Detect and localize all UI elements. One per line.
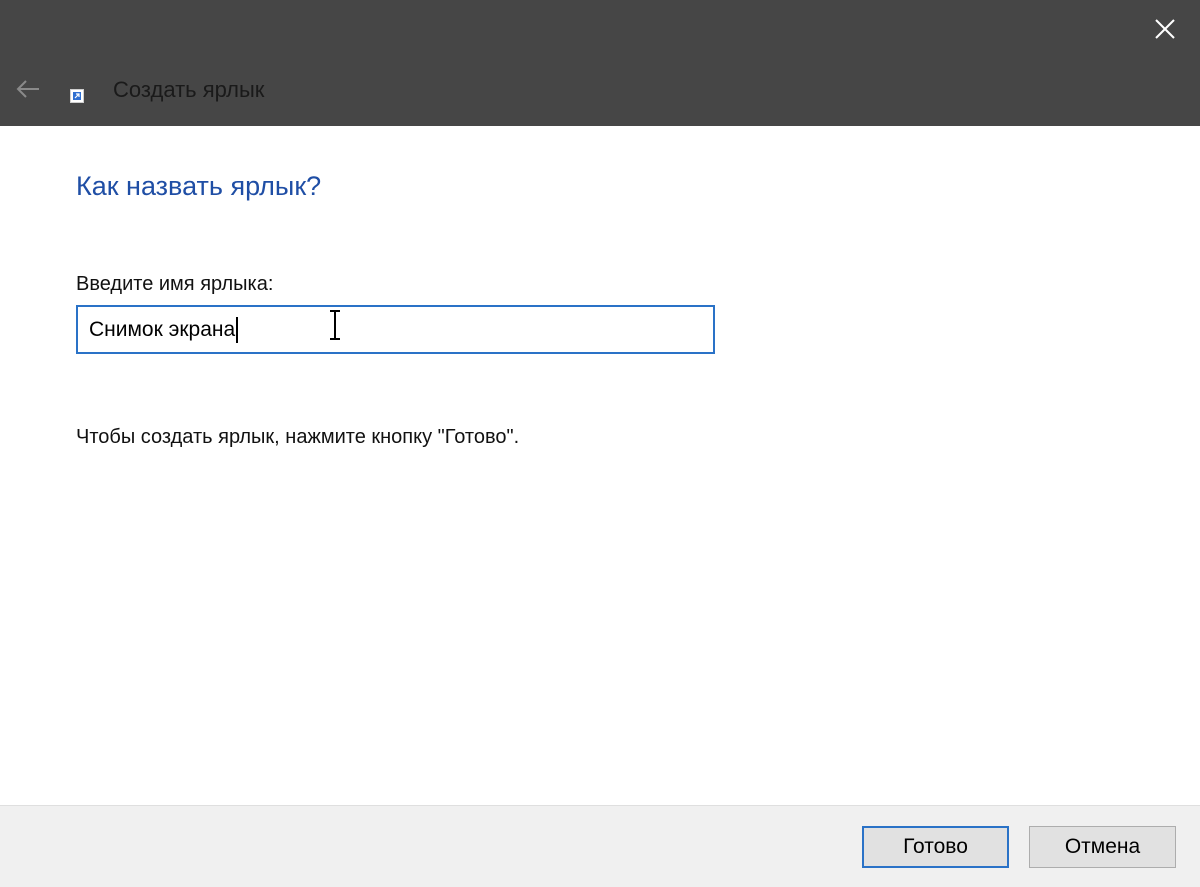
title-bar: Создать ярлык xyxy=(0,0,1200,126)
back-button[interactable] xyxy=(8,70,48,108)
shortcut-icon xyxy=(70,89,84,103)
close-icon xyxy=(1155,19,1175,39)
create-shortcut-window: Создать ярлык Как назвать ярлык? Введите… xyxy=(0,0,1200,887)
shortcut-name-value: Снимок экрана xyxy=(89,317,236,341)
cancel-button[interactable]: Отмена xyxy=(1029,826,1176,868)
finish-hint-text: Чтобы создать ярлык, нажмите кнопку "Гот… xyxy=(76,426,520,448)
window-title: Создать ярлык xyxy=(113,77,265,102)
back-arrow-icon xyxy=(16,80,39,98)
button-footer xyxy=(0,805,1200,887)
close-button[interactable] xyxy=(1130,0,1200,58)
text-caret xyxy=(236,316,239,343)
page-heading: Как назвать ярлык? xyxy=(76,171,322,201)
shortcut-name-label: Введите имя ярлыка: xyxy=(76,273,274,295)
shortcut-name-input[interactable]: Снимок экрана xyxy=(76,305,715,354)
ibeam-cursor-icon xyxy=(330,309,340,341)
finish-button[interactable]: Готово xyxy=(862,826,1009,868)
